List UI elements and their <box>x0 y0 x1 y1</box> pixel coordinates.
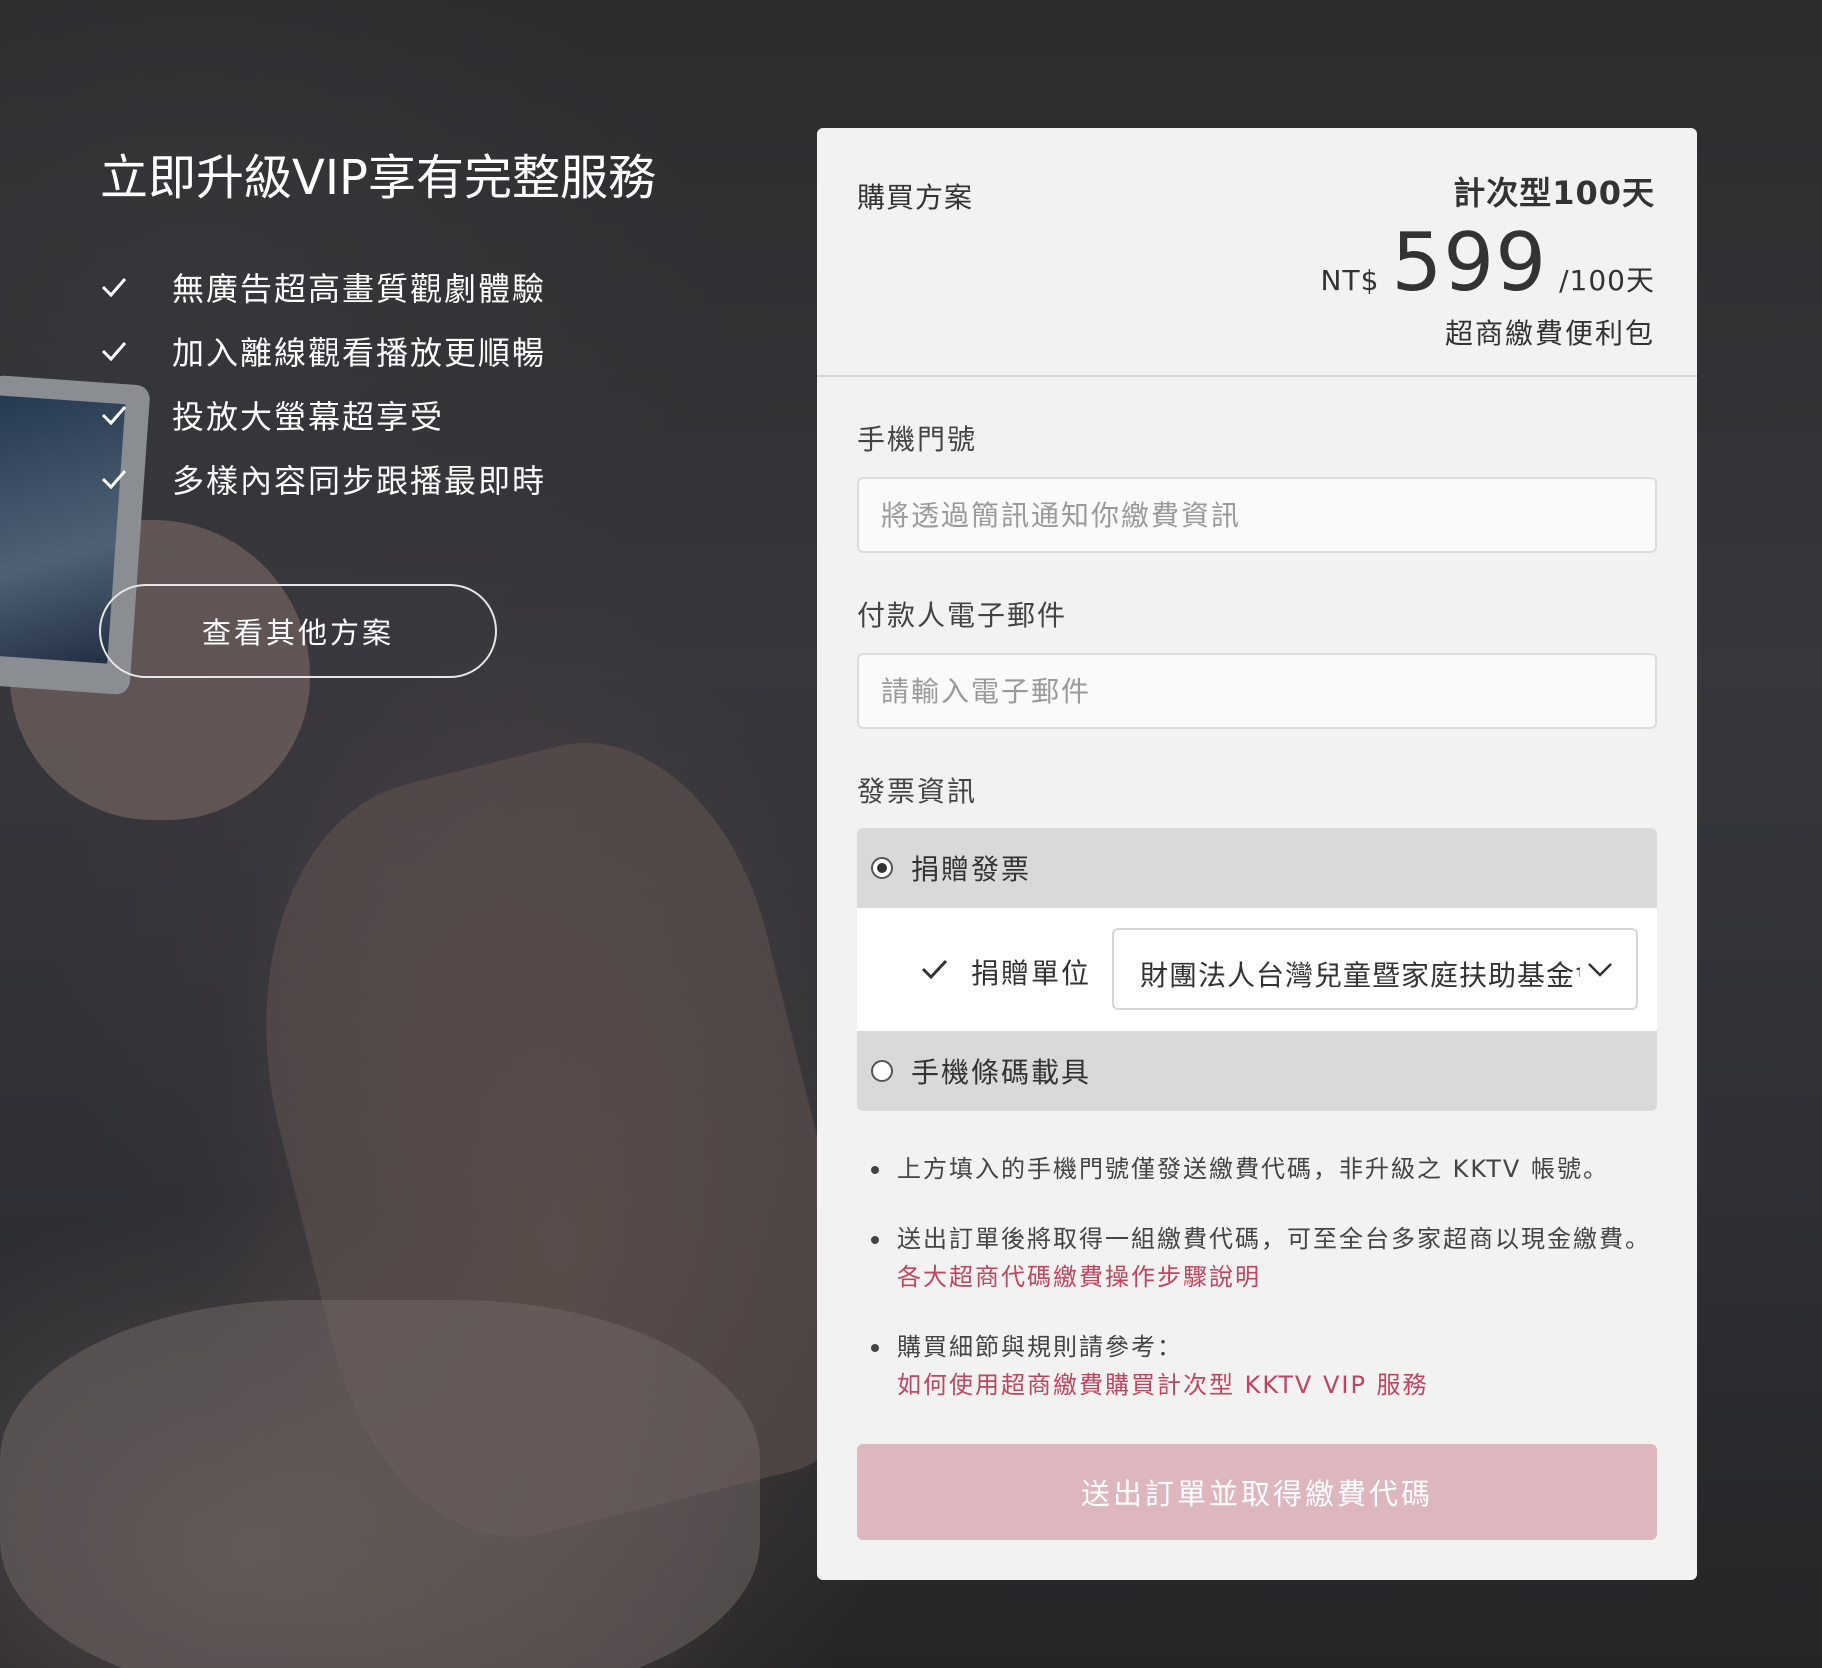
note-text: 上方填入的手機門號僅發送繳費代碼，非升級之 KKTV 帳號。 <box>897 1155 1609 1183</box>
notes-list: 上方填入的手機門號僅發送繳費代碼，非升級之 KKTV 帳號。 送出訂單後將取得一… <box>857 1150 1657 1404</box>
phone-label: 手機門號 <box>857 423 978 456</box>
check-icon <box>101 470 127 490</box>
divider <box>817 375 1697 377</box>
note-item: 購買細節與規則請參考： 如何使用超商繳費購買計次型 KKTV VIP 服務 <box>857 1328 1657 1404</box>
invoice-option-label: 捐贈發票 <box>911 853 1032 886</box>
phone-input[interactable] <box>857 477 1657 553</box>
note-text: 送出訂單後將取得一組繳費代碼，可至全台多家超商以現金繳費。 <box>897 1225 1651 1253</box>
feature-item: 無廣告超高畫質觀劇體驗 <box>100 255 546 319</box>
promo-headline: 立即升級VIP享有完整服務 <box>100 150 656 206</box>
donate-select-value: 財團法人台灣兒童暨家庭扶助基金會 <box>1140 959 1580 992</box>
radio-unselected-icon[interactable] <box>871 1060 893 1082</box>
note-item: 送出訂單後將取得一組繳費代碼，可至全台多家超商以現金繳費。 各大超商代碼繳費操作… <box>857 1220 1657 1296</box>
plan-subtitle: 超商繳費便利包 <box>1444 317 1655 350</box>
chevron-down-icon <box>1588 963 1612 977</box>
purchase-card: 購買方案 計次型100天 NT$ 599 /100天 超商繳費便利包 手機門號 … <box>817 128 1697 1580</box>
invoice-label: 發票資訊 <box>857 775 978 808</box>
promo-panel: 立即升級VIP享有完整服務 無廣告超高畫質觀劇體驗 加入離線觀看播放更順暢 投放… <box>0 0 780 1668</box>
other-plans-button[interactable]: 查看其他方案 <box>99 584 497 678</box>
feature-text: 投放大螢幕超享受 <box>172 398 445 436</box>
feature-item: 投放大螢幕超享受 <box>100 383 546 447</box>
feature-text: 無廣告超高畫質觀劇體驗 <box>172 270 547 308</box>
email-label: 付款人電子郵件 <box>857 599 1068 632</box>
price-currency: NT$ <box>1320 264 1380 297</box>
store-payment-steps-link[interactable]: 各大超商代碼繳費操作步驟說明 <box>897 1258 1657 1296</box>
radio-selected-icon[interactable] <box>871 857 893 879</box>
donate-select[interactable]: 財團法人台灣兒童暨家庭扶助基金會 <box>1112 928 1638 1010</box>
note-text: 購買細節與規則請參考： <box>897 1333 1183 1361</box>
check-icon <box>921 959 948 980</box>
price: NT$ 599 /100天 <box>1321 216 1655 309</box>
invoice-options: 捐贈發票 捐贈單位 財團法人台灣兒童暨家庭扶助基金會 手機條碼載具 <box>857 828 1657 1111</box>
feature-text: 多樣內容同步跟播最即時 <box>172 462 547 500</box>
invoice-option-label: 手機條碼載具 <box>911 1056 1092 1089</box>
check-icon <box>101 342 127 362</box>
email-input[interactable] <box>857 653 1657 729</box>
check-icon <box>101 278 127 298</box>
submit-order-button[interactable]: 送出訂單並取得繳費代碼 <box>857 1444 1657 1540</box>
feature-item: 多樣內容同步跟播最即時 <box>100 447 546 511</box>
feature-text: 加入離線觀看播放更順暢 <box>172 334 547 372</box>
check-icon <box>101 406 127 426</box>
plan-label: 購買方案 <box>857 181 974 214</box>
invoice-option-donate[interactable]: 捐贈發票 <box>857 828 1657 908</box>
feature-list: 無廣告超高畫質觀劇體驗 加入離線觀看播放更順暢 投放大螢幕超享受 多樣內容同步跟… <box>100 255 546 511</box>
price-period: /100天 <box>1559 264 1655 297</box>
feature-item: 加入離線觀看播放更順暢 <box>100 319 546 383</box>
invoice-option-mobile-barcode[interactable]: 手機條碼載具 <box>857 1031 1657 1111</box>
donate-row: 捐贈單位 財團法人台灣兒童暨家庭扶助基金會 <box>857 908 1657 1031</box>
note-item: 上方填入的手機門號僅發送繳費代碼，非升級之 KKTV 帳號。 <box>857 1150 1657 1188</box>
plan-name: 計次型100天 <box>1453 174 1655 212</box>
purchase-rules-link[interactable]: 如何使用超商繳費購買計次型 KKTV VIP 服務 <box>897 1366 1657 1404</box>
price-amount: 599 <box>1391 216 1548 309</box>
donate-label: 捐贈單位 <box>971 957 1092 990</box>
